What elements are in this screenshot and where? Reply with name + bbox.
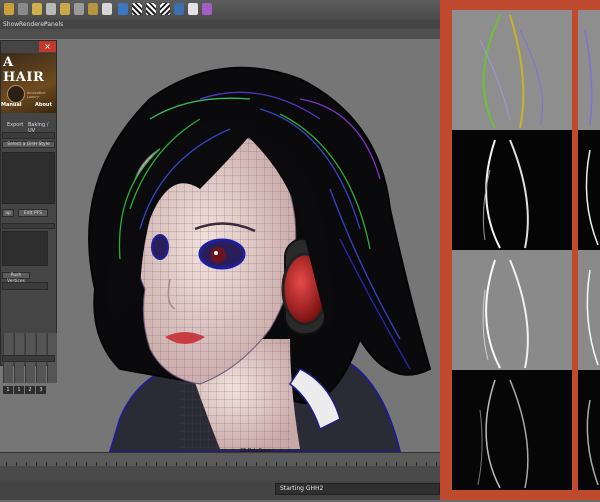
status-text: Starting GHH2 [280, 485, 324, 492]
tab-export[interactable]: Export [5, 121, 25, 129]
small-button[interactable]: ap [2, 209, 14, 217]
panel-field[interactable] [2, 282, 48, 290]
checker-icon[interactable] [132, 3, 142, 15]
num-key[interactable]: 1 [14, 386, 24, 394]
logo-icon [7, 85, 25, 103]
tool-icon[interactable] [60, 3, 70, 15]
tool-icon[interactable] [32, 3, 42, 15]
texture-tile [452, 130, 572, 250]
character-render [88, 66, 432, 452]
tool-icon[interactable] [4, 3, 14, 15]
num-key[interactable]: 1 [3, 386, 13, 394]
texture-panel [440, 0, 600, 500]
tool-icon[interactable] [102, 3, 112, 15]
range-slider[interactable] [0, 466, 440, 481]
shelf [0, 0, 440, 21]
curve-icon[interactable] [188, 3, 198, 15]
render-icon[interactable] [118, 3, 128, 15]
3d-viewport[interactable] [0, 39, 440, 452]
texture-tile [452, 250, 572, 370]
paint-icon[interactable] [202, 3, 212, 15]
tool-icon[interactable] [46, 3, 56, 15]
checker-icon[interactable] [160, 3, 170, 15]
tool-icon[interactable] [88, 3, 98, 15]
push-vertices-button[interactable]: Push Vertices [2, 272, 30, 284]
panel-tagline: Innovative Luxury [27, 91, 46, 99]
viewport-menubar: Show Renderer Panels [0, 20, 440, 29]
style-list[interactable] [2, 152, 55, 204]
uv-icon[interactable] [174, 3, 184, 15]
close-button[interactable]: × [39, 41, 56, 52]
panel-field[interactable] [2, 355, 55, 362]
texture-tile [452, 370, 572, 490]
num-key[interactable]: 3 [36, 386, 46, 394]
tool-icon[interactable] [74, 3, 84, 15]
edit-pfs-button[interactable]: Edit PFS [18, 209, 48, 217]
top-field[interactable] [2, 132, 55, 139]
num-key[interactable]: 2 [25, 386, 35, 394]
hair-plugin-panel: × A HAIR Innovative Luxury Manual About … [0, 40, 57, 394]
menu-panels[interactable]: Panels [44, 21, 63, 28]
about-link[interactable]: About [35, 102, 52, 108]
menu-show[interactable]: Show [3, 21, 19, 28]
manual-link[interactable]: Manual [1, 102, 22, 108]
panel-field[interactable] [2, 223, 55, 229]
texture-tile [452, 10, 572, 130]
tool-icon[interactable] [18, 3, 28, 15]
curve-list[interactable] [2, 231, 48, 266]
menu-renderer[interactable]: Renderer [19, 21, 46, 28]
style-select[interactable]: Select a GHH Style [2, 141, 55, 148]
checker-icon[interactable] [146, 3, 156, 15]
panel-title: A HAIR [3, 55, 45, 85]
